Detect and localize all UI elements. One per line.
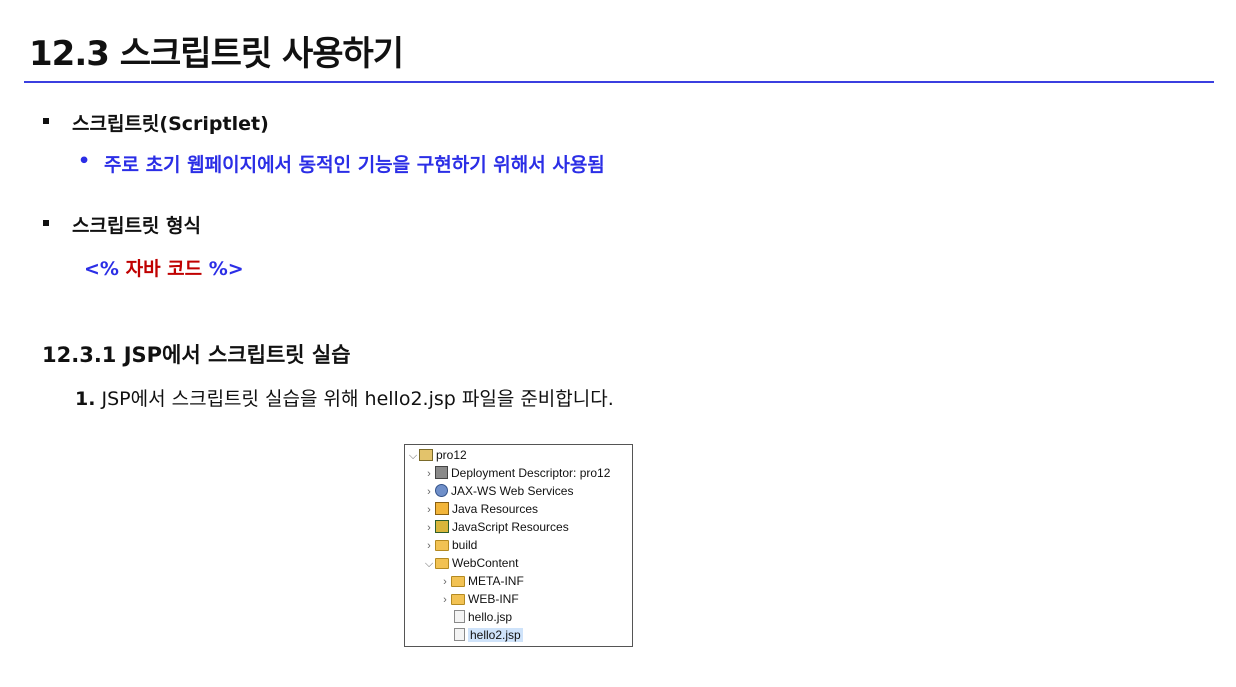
tree-item-hello2-jsp[interactable]: hello2.jsp [454,626,523,644]
tree-item-label: hello.jsp [468,610,513,624]
slide-title: 12.3 스크립트릿 사용하기 [29,34,404,74]
tree-item-label: WebContent [452,556,519,570]
chevron-right-icon[interactable]: › [439,573,451,591]
tree-item-label: pro12 [436,448,467,462]
subheading: 12.3.1 JSP에서 스크립트릿 실습 [42,343,351,367]
chevron-right-icon[interactable]: › [439,591,451,609]
tree-item-label: WEB-INF [468,592,519,606]
code-open: <% [84,258,119,280]
tree-item-pro12[interactable]: ⌵ pro12 [407,446,467,464]
java-resources-icon [435,502,449,515]
project-explorer-tree: ⌵ pro12 › Deployment Descriptor: pro12 › JA… [404,444,633,647]
bullet-scriptlet: 스크립트릿(Scriptlet) [72,113,269,135]
tree-item-jax-ws[interactable]: › JAX-WS Web Services [423,482,573,500]
tree-item-hello-jsp[interactable]: hello.jsp [454,608,512,626]
folder-icon [451,576,465,587]
web-services-icon [435,484,448,497]
tree-item-label: META-INF [468,574,524,588]
step-1: 1. JSP에서 스크립트릿 실습을 위해 hello2.jsp 파일을 준비합… [75,384,614,411]
folder-icon [451,594,465,605]
jsp-file-icon [454,610,465,623]
chevron-right-icon[interactable]: › [423,501,435,519]
chevron-right-icon[interactable]: › [423,465,435,483]
tree-item-build[interactable]: › build [423,536,477,554]
javascript-resources-icon [435,520,449,533]
tree-item-label: build [452,538,478,552]
chevron-right-icon[interactable]: › [423,537,435,555]
bullet-scriptlet-desc: 주로 초기 웹페이지에서 동적인 기능을 구현하기 위해서 사용됨 [104,154,605,176]
deployment-descriptor-icon [435,466,448,479]
tree-item-label: Deployment Descriptor: pro12 [451,466,611,480]
chevron-right-icon[interactable]: › [423,519,435,537]
round-bullet-icon: • [78,150,91,172]
project-icon [419,449,433,461]
jsp-file-icon [454,628,465,641]
chevron-down-icon[interactable]: ⌵ [407,447,419,465]
step-text: JSP에서 스크립트릿 실습을 위해 hello2.jsp 파일을 준비합니다. [95,388,614,410]
chevron-right-icon[interactable]: › [423,483,435,501]
folder-icon [435,540,449,551]
tree-item-javascript-resources[interactable]: › JavaScript Resources [423,518,569,536]
tree-item-label: JAX-WS Web Services [451,484,574,498]
square-bullet-icon [43,220,49,226]
title-divider [24,81,1214,83]
code-body: 자바 코드 [118,258,209,280]
tree-item-deployment-descriptor[interactable]: › Deployment Descriptor: pro12 [423,464,610,482]
step-number: 1. [75,388,96,410]
folder-icon [435,558,449,569]
chevron-down-icon[interactable]: ⌵ [423,555,435,573]
tree-item-meta-inf[interactable]: › META-INF [439,572,524,590]
tree-item-java-resources[interactable]: › Java Resources [423,500,538,518]
square-bullet-icon [43,118,49,124]
tree-item-web-inf[interactable]: › WEB-INF [439,590,519,608]
tree-item-label-selected: hello2.jsp [468,628,523,642]
code-close: %> [208,258,244,280]
tree-item-label: Java Resources [452,502,539,516]
code-syntax: <% 자바 코드 %> [84,254,244,281]
tree-item-label: JavaScript Resources [452,520,569,534]
bullet-scriptlet-format: 스크립트릿 형식 [72,215,201,237]
tree-item-webcontent[interactable]: ⌵ WebContent [423,554,519,572]
